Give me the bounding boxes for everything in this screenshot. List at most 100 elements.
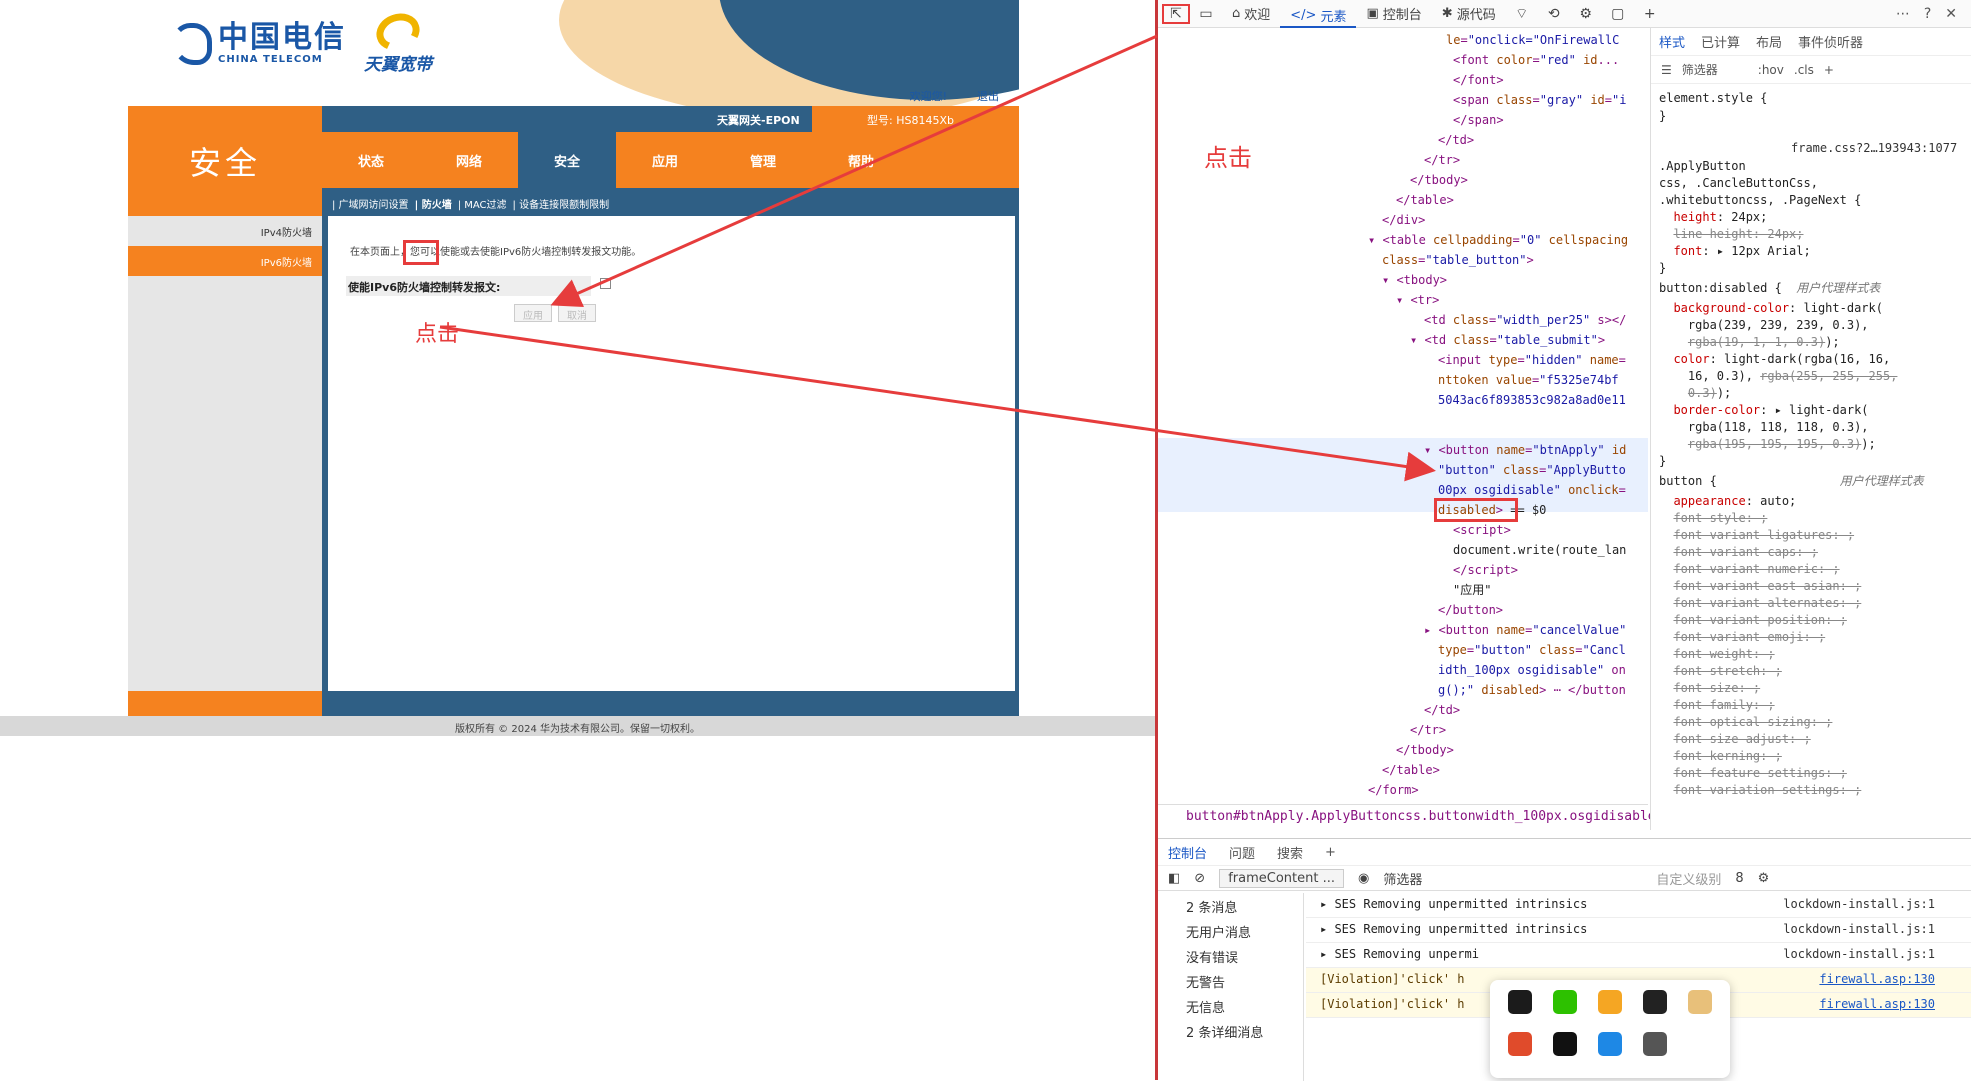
tianyi-logo: 天翼宽带: [364, 7, 432, 75]
nav-network[interactable]: 网络: [420, 132, 518, 188]
settings-gear-icon[interactable]: ⚙: [1570, 6, 1602, 22]
clear-console-icon[interactable]: ⊘: [1194, 871, 1205, 886]
console-message[interactable]: ▸ SES Removing unpermi lockdown-install.j…: [1306, 943, 1971, 968]
tab-styles[interactable]: 样式: [1659, 32, 1685, 51]
notion-icon[interactable]: [1643, 990, 1668, 1014]
console-sidebar: 2 条消息 无用户消息 没有错误 无警告 无信息 2 条详细消息: [1158, 893, 1304, 1081]
issues-count[interactable]: 8: [1735, 871, 1743, 886]
home-icon: ⌂: [1232, 6, 1241, 21]
nav-application[interactable]: 应用: [616, 132, 714, 188]
app2-icon[interactable]: [1507, 1032, 1532, 1056]
performance-icon[interactable]: ⟲: [1538, 6, 1570, 22]
drawer-tab-console[interactable]: 控制台: [1168, 843, 1207, 862]
nvidia-icon[interactable]: [1507, 990, 1532, 1014]
tab-event-listeners[interactable]: 事件侦听器: [1798, 32, 1863, 51]
subnav-device-limit[interactable]: | 设备连接限额制限制: [513, 196, 610, 216]
nav-status[interactable]: 状态: [322, 132, 420, 188]
inspect-icon[interactable]: ⇱: [1162, 3, 1190, 24]
app-icon[interactable]: [1597, 990, 1622, 1014]
sidebar-verbose[interactable]: 2 条详细消息: [1158, 1018, 1303, 1043]
telecom-logo-icon: [172, 22, 212, 65]
ipv6-firewall-label: 使能IPv6防火墙控制转发报文:: [346, 276, 591, 296]
console-settings-icon[interactable]: ⚙: [1758, 871, 1770, 886]
sidebar-toggle-icon[interactable]: ◧: [1168, 871, 1180, 886]
sidebar-item-ipv6-firewall[interactable]: IPv6防火墙: [128, 246, 322, 276]
wechat-icon[interactable]: [1552, 990, 1577, 1014]
edge-icon[interactable]: [1597, 1032, 1622, 1056]
cat-icon[interactable]: [1688, 990, 1713, 1014]
cls-toggle[interactable]: .cls: [1794, 63, 1814, 77]
drawer-tab-search[interactable]: 搜索: [1277, 843, 1303, 862]
system-tray-popup: [1490, 980, 1730, 1078]
device-toggle-icon[interactable]: ▭: [1190, 6, 1222, 22]
sub-nav: | 广域网访问设置 | 防火墙 | MAC过滤 | 设备连接限额制限制: [322, 188, 1019, 216]
info-bar: 天翼网关-EPON 型号: HS8145Xb: [322, 106, 1019, 132]
sidebar-info[interactable]: 无信息: [1158, 993, 1303, 1018]
browser-page: 中国电信 CHINA TELECOM 天翼宽带 欢迎您! 退出 安全 天翼网关-…: [0, 0, 1155, 1080]
dom-breadcrumb[interactable]: button#btnApply.ApplyButtoncss.buttonwid…: [1158, 804, 1656, 830]
styles-filter-bar: ☰ 筛选器 :hov .cls +: [1651, 56, 1971, 84]
drawer-tabs: 控制台 问题 搜索 +: [1158, 839, 1971, 865]
tab-console[interactable]: ▣ 控制台: [1356, 4, 1431, 23]
add-drawer-tab-icon[interactable]: +: [1325, 845, 1336, 860]
more-icon[interactable]: ⋯: [1896, 6, 1910, 22]
network-icon[interactable]: ⌔: [1506, 5, 1538, 23]
nav-security[interactable]: 安全: [518, 132, 616, 188]
sidebar-messages[interactable]: 2 条消息: [1158, 893, 1303, 918]
sidebar-warnings[interactable]: 无警告: [1158, 968, 1303, 993]
click-annotation-devtools: 点击: [1204, 144, 1252, 172]
console-icon: ▣: [1366, 6, 1379, 21]
context-select[interactable]: frameContent ...: [1219, 868, 1344, 888]
console-message[interactable]: ▸ SES Removing unpermitted intrinsics loc…: [1306, 918, 1971, 943]
tab-layout[interactable]: 布局: [1756, 32, 1782, 51]
subnav-firewall[interactable]: | 防火墙: [415, 196, 452, 216]
header-banner: 中国电信 CHINA TELECOM 天翼宽带 欢迎您! 退出: [128, 0, 1019, 106]
subnav-wan-access[interactable]: | 广域网访问设置: [332, 196, 409, 216]
new-rule-icon[interactable]: +: [1824, 63, 1834, 77]
drawer-tab-issues[interactable]: 问题: [1229, 843, 1255, 862]
console-message[interactable]: ▸ SES Removing unpermitted intrinsics loc…: [1306, 893, 1971, 918]
nav-management[interactable]: 管理: [714, 132, 812, 188]
click-annotation: 点击: [415, 322, 460, 347]
tab-sources[interactable]: ✱ 源代码: [1432, 4, 1506, 23]
styles-tabs: 样式 已计算 布局 事件侦听器: [1651, 28, 1971, 56]
model-number: 型号: HS8145Xb: [812, 106, 1019, 132]
nav-help[interactable]: 帮助: [812, 132, 910, 188]
sidebar: IPv4防火墙 IPv6防火墙: [128, 216, 322, 691]
devtools-toolbar: ⇱ ▭ ⌂ 欢迎 </> 元素 ▣ 控制台 ✱ 源代码 ⌔ ⟲ ⚙ ▢ + ⋯? ✕: [1158, 0, 1971, 28]
styles-pane: 样式 已计算 布局 事件侦听器 ☰ 筛选器 :hov .cls + elemen…: [1650, 28, 1971, 830]
filter-icon: ☰: [1661, 62, 1672, 77]
qq-icon[interactable]: [1552, 1032, 1577, 1056]
sidebar-item-ipv4-firewall[interactable]: IPv4防火墙: [128, 216, 322, 246]
page-description: 在本页面上，您可以使能或去使能IPv6防火墙控制转发报文功能。: [350, 247, 642, 258]
devtools-panel: ⇱ ▭ ⌂ 欢迎 </> 元素 ▣ 控制台 ✱ 源代码 ⌔ ⟲ ⚙ ▢ + ⋯? ✕ 点击…: [1158, 0, 1971, 1081]
tab-computed[interactable]: 已计算: [1701, 32, 1740, 51]
tab-welcome[interactable]: ⌂ 欢迎: [1222, 4, 1280, 23]
apply-highlight-box: [403, 240, 439, 265]
level-select[interactable]: 自定义级别: [1656, 869, 1721, 888]
sidebar-errors[interactable]: 没有错误: [1158, 943, 1303, 968]
copyright-text: 版权所有 © 2024 华为技术有限公司。保留一切权利。: [0, 716, 1155, 736]
footer-bar: [128, 691, 1019, 716]
ipv6-firewall-checkbox[interactable]: [600, 278, 611, 289]
main-nav: 状态 网络 安全 应用 管理 帮助: [322, 132, 1019, 188]
styles-filter-input[interactable]: 筛选器: [1682, 61, 1718, 78]
app3-icon[interactable]: [1643, 1032, 1668, 1056]
subnav-mac-filter[interactable]: | MAC过滤: [458, 196, 507, 216]
help-icon[interactable]: ?: [1924, 6, 1931, 22]
content-panel: 在本页面上，您可以使能或去使能IPv6防火墙控制转发报文功能。 使能IPv6防火…: [322, 216, 1019, 691]
router-admin-page: 中国电信 CHINA TELECOM 天翼宽带 欢迎您! 退出 安全 天翼网关-…: [128, 0, 1019, 716]
application-icon[interactable]: ▢: [1602, 6, 1634, 22]
add-tab-icon[interactable]: +: [1634, 6, 1666, 22]
logout-link[interactable]: 退出: [977, 88, 999, 104]
cancel-button[interactable]: 取消: [558, 304, 596, 322]
elements-tree: 点击 le="onclick="OnFirewallC <font color=…: [1158, 28, 1648, 804]
apply-button[interactable]: 应用: [514, 304, 552, 322]
tab-elements[interactable]: </> 元素: [1280, 0, 1357, 28]
eye-icon[interactable]: ◉: [1358, 871, 1369, 886]
close-icon[interactable]: ✕: [1945, 6, 1957, 22]
hov-toggle[interactable]: :hov: [1758, 63, 1784, 77]
console-filter-input[interactable]: 筛选器: [1383, 869, 1422, 888]
sidebar-user-messages[interactable]: 无用户消息: [1158, 918, 1303, 943]
welcome-link[interactable]: 欢迎您!: [910, 88, 947, 104]
